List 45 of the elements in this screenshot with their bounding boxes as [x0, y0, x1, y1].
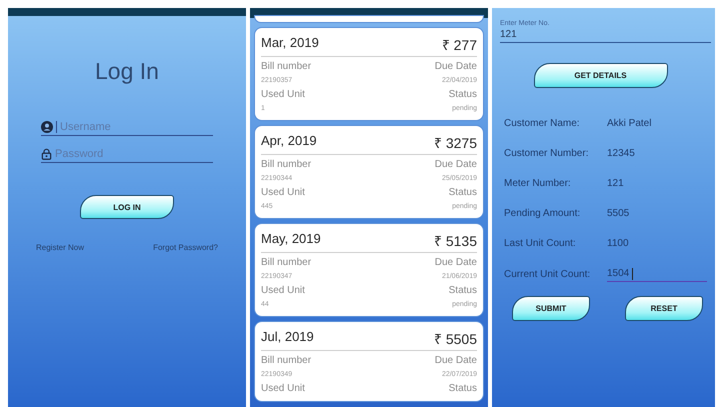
bill-amount: ₹ 5505 — [434, 330, 477, 348]
user-icon — [41, 121, 53, 133]
field-label: Due Date — [434, 256, 477, 270]
field-label: Bill number — [261, 354, 312, 368]
lock-icon — [41, 148, 52, 160]
field-label: Due Date — [434, 354, 477, 368]
field-label: Status — [448, 186, 477, 200]
bill-amount: ₹ 5135 — [434, 232, 477, 250]
detail-value: 12345 — [607, 147, 636, 161]
detail-value: 121 — [607, 177, 625, 191]
field-label: Bill number — [261, 256, 312, 270]
bill-month: May, 2019 — [261, 231, 321, 248]
screen-title: Log In — [95, 58, 159, 85]
bill-amount: ₹ 3275 — [434, 134, 477, 152]
detail-value: Akki Patel — [607, 117, 652, 131]
field-label: Due Date — [434, 60, 477, 74]
detail-label: Meter Number: — [504, 177, 572, 191]
detail-value: 5505 — [607, 207, 630, 221]
field-label: Bill number — [261, 60, 312, 74]
bill-month: Apr, 2019 — [261, 133, 317, 150]
field-label: Used Unit — [261, 186, 305, 200]
get-details-button[interactable]: GET DETAILS — [534, 63, 668, 88]
login-button[interactable]: LOG IN — [80, 195, 174, 219]
username-field[interactable]: Username — [60, 121, 200, 133]
bill-amount: ₹ 277 — [442, 36, 477, 54]
field-label: Used Unit — [261, 284, 305, 298]
bill-month: Mar, 2019 — [261, 35, 319, 52]
field-label: Status — [448, 88, 477, 102]
field-label: Due Date — [434, 158, 477, 172]
field-label: Used Unit — [261, 382, 305, 396]
action-button[interactable]: SUBMIT — [512, 296, 590, 321]
field-label: Status — [448, 382, 477, 396]
bill-month: Jul, 2019 — [261, 329, 314, 346]
action-button[interactable]: RESET — [625, 296, 703, 321]
meter-number-field[interactable]: 121 — [500, 27, 560, 42]
field-label: Used Unit — [261, 88, 305, 102]
detail-label: Last Unit Count: — [504, 237, 577, 251]
password-field[interactable]: Password — [55, 148, 195, 160]
detail-value: 1100 — [607, 237, 630, 251]
detail-label: Pending Amount: — [504, 207, 582, 221]
detail-label: Current Unit Count: — [504, 268, 592, 282]
detail-label: Customer Number: — [504, 147, 590, 161]
field-label: Status — [448, 284, 477, 298]
field-label: Bill number — [261, 158, 312, 172]
detail-label: Customer Name: — [504, 117, 581, 131]
